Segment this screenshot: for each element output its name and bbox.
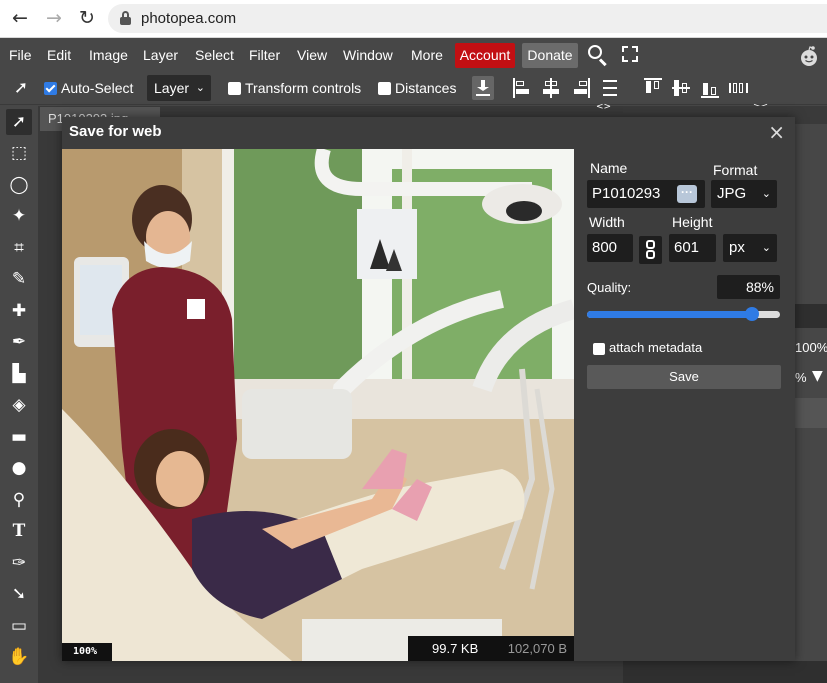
marquee-tool-icon[interactable]: ⬚ [6, 140, 32, 166]
donate-button[interactable]: Donate [522, 43, 578, 68]
align-left-icon[interactable] [513, 78, 531, 98]
quality-slider[interactable] [587, 307, 780, 321]
arrow-right-icon[interactable]: → [42, 6, 66, 30]
name-label: Name [590, 160, 628, 176]
save-button[interactable]: Save [587, 365, 781, 389]
chevron-down-icon: ⌄ [761, 187, 771, 200]
hand-tool-icon[interactable]: ✋ [6, 644, 32, 670]
tools-panel: ➚ ⬚ ◯ ✦ ⌗ ✎ ✚ ✒ ▙ ◈ ▬ ● ⚲ T ✑ ➘ ▭ ✋ [0, 106, 38, 683]
transform-controls-label: Transform controls [245, 80, 362, 96]
lasso-tool-icon[interactable]: ◯ [6, 172, 32, 198]
menu-more[interactable]: More [411, 47, 443, 63]
move-tool-icon[interactable]: ➚ [8, 75, 34, 101]
shape-tool-icon[interactable]: ▭ [6, 613, 32, 639]
preview-photo [62, 149, 574, 661]
healing-tool-icon[interactable]: ✚ [6, 298, 32, 324]
move-tool-icon[interactable]: ➚ [6, 109, 32, 135]
unit-value: px [729, 239, 745, 256]
layer-select-value: Layer [154, 80, 190, 96]
menu-image[interactable]: Image [89, 47, 128, 63]
attach-metadata-label: attach metadata [609, 340, 703, 355]
attach-metadata-checkbox[interactable] [593, 343, 605, 355]
address-bar[interactable]: photopea.com [108, 4, 827, 33]
chevron-down-icon: ⌄ [761, 241, 771, 254]
layer-select[interactable]: Layer ⌄ [147, 75, 211, 101]
unit-select[interactable]: px ⌄ [723, 234, 777, 262]
width-input[interactable]: 800 [587, 234, 633, 262]
format-select[interactable]: JPG ⌄ [711, 180, 777, 208]
align-center-h-icon[interactable] [542, 78, 560, 98]
fill-value[interactable]: % [795, 370, 807, 385]
align-top-icon[interactable] [644, 78, 662, 98]
chevron-down-icon: ⌄ [195, 81, 205, 94]
transform-controls-checkbox[interactable] [228, 82, 241, 95]
height-label: Height [672, 214, 713, 230]
blur-tool-icon[interactable]: ● [6, 455, 32, 481]
distribute-horizontal-icon[interactable] [729, 78, 749, 98]
lock-icon [120, 11, 131, 25]
align-middle-v-icon[interactable] [672, 78, 690, 98]
format-label: Format [713, 162, 758, 178]
format-value: JPG [717, 185, 747, 202]
menu-file[interactable]: File [9, 47, 32, 63]
reddit-icon[interactable] [798, 45, 820, 67]
fullscreen-icon[interactable] [622, 46, 638, 62]
search-icon[interactable] [588, 45, 608, 67]
menu-layer[interactable]: Layer [143, 47, 178, 63]
name-value: P1010293 [592, 185, 661, 202]
distribute-vertical-icon[interactable] [601, 78, 619, 98]
quality-label: Quality: [587, 280, 632, 295]
menu-edit[interactable]: Edit [47, 47, 71, 63]
menu-select[interactable]: Select [195, 47, 234, 63]
original-file-size: 102,070 B [507, 641, 567, 656]
path-select-tool-icon[interactable]: ➘ [6, 581, 32, 607]
download-icon[interactable] [472, 76, 494, 100]
brush-tool-icon[interactable]: ✒ [6, 329, 32, 355]
auto-select-label: Auto-Select [61, 80, 134, 96]
crop-tool-icon[interactable]: ⌗ [6, 235, 32, 261]
close-icon[interactable]: × [768, 120, 785, 144]
quality-input[interactable]: 88% [717, 275, 780, 299]
align-bottom-icon[interactable] [701, 78, 719, 98]
gradient-tool-icon[interactable]: ▬ [6, 424, 32, 450]
more-dots-icon[interactable]: ··· [677, 185, 697, 203]
auto-select-checkbox[interactable] [44, 82, 57, 95]
align-right-icon[interactable] [572, 78, 590, 98]
stamp-tool-icon[interactable]: ▙ [6, 361, 32, 387]
browser-toolbar: ← → ↻ photopea.com [0, 0, 827, 38]
width-label: Width [589, 214, 625, 230]
arrow-left-icon[interactable]: ← [8, 6, 32, 30]
link-dimensions-icon[interactable] [639, 236, 662, 264]
dodge-tool-icon[interactable]: ⚲ [6, 487, 32, 513]
panel-collapse-icon[interactable]: <> [596, 102, 611, 112]
pen-tool-icon[interactable]: ✑ [6, 550, 32, 576]
save-for-web-dialog: Save for web × 100% 99.7 KB 102,070 B Na… [62, 117, 795, 661]
new-file-size: 99.7 KB [432, 641, 479, 656]
height-input[interactable]: 601 [669, 234, 716, 262]
eyedropper-tool-icon[interactable]: ✎ [6, 266, 32, 292]
url-text: photopea.com [141, 10, 237, 27]
name-input[interactable]: P1010293 ··· [587, 180, 705, 208]
zoom-label: 100% [62, 643, 112, 661]
type-tool-icon[interactable]: T [6, 518, 32, 544]
reload-icon[interactable]: ↻ [75, 6, 99, 30]
menu-window[interactable]: Window [343, 47, 393, 63]
options-bar: ➚ Auto-Select Layer ⌄ Transform controls… [0, 72, 827, 105]
image-preview: 100% 99.7 KB 102,070 B [62, 149, 574, 661]
menu-view[interactable]: View [297, 47, 327, 63]
menu-filter[interactable]: Filter [249, 47, 280, 63]
menu-bar: File Edit Image Layer Select Filter View… [0, 39, 827, 72]
magic-wand-tool-icon[interactable]: ✦ [6, 203, 32, 229]
slider-knob[interactable] [745, 307, 759, 321]
distances-label: Distances [395, 80, 457, 96]
slider-fill [587, 311, 752, 318]
opacity-value[interactable]: 100% [795, 340, 827, 355]
eraser-tool-icon[interactable]: ◈ [6, 392, 32, 418]
account-button[interactable]: Account [455, 43, 515, 68]
dialog-title: Save for web [69, 123, 162, 140]
distances-checkbox[interactable] [378, 82, 391, 95]
file-size-box: 99.7 KB 102,070 B [408, 636, 574, 661]
fill-chevron-icon[interactable]: ▼ [812, 368, 823, 384]
